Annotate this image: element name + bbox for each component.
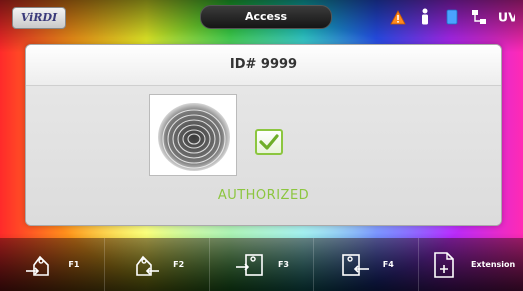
exit-door-icon — [136, 255, 160, 276]
top-status-bar: ViRDI Access UV — [0, 0, 523, 34]
extension-button[interactable]: Extension — [419, 238, 523, 291]
card-icon[interactable] — [443, 8, 461, 26]
exit-arrow-icon — [341, 253, 369, 276]
network-icon[interactable] — [470, 8, 488, 26]
f4-button[interactable]: F4 — [314, 238, 420, 291]
f3-label: F3 — [277, 260, 289, 269]
function-key-bar: F1 F2 F3 F4 Extension — [0, 238, 523, 291]
enter-arrow-icon — [235, 253, 263, 276]
enter-door-icon — [26, 255, 50, 276]
f2-button[interactable]: F2 — [105, 238, 210, 291]
id-label: ID# 9999 — [26, 45, 501, 86]
user-icon[interactable] — [416, 8, 434, 26]
f1-button[interactable]: F1 — [0, 238, 105, 291]
fingerprint-image — [149, 94, 237, 176]
extension-document-icon — [434, 251, 454, 278]
virdi-logo: ViRDI — [12, 7, 66, 29]
extension-label: Extension — [470, 260, 516, 269]
uv-icon[interactable]: UV — [497, 8, 515, 26]
f2-label: F2 — [173, 260, 185, 269]
svg-text:UV: UV — [498, 10, 515, 25]
panel-body: AUTHORIZED — [26, 86, 501, 225]
f4-label: F4 — [382, 260, 394, 269]
authorized-check-icon — [255, 129, 283, 155]
f3-button[interactable]: F3 — [210, 238, 315, 291]
f1-label: F1 — [68, 260, 80, 269]
access-result-panel: ID# 9999 AUTHORIZED — [25, 44, 502, 226]
screen-title: Access — [200, 5, 332, 29]
authorization-status: AUTHORIZED — [217, 188, 310, 203]
warning-icon[interactable] — [389, 8, 407, 26]
status-icons: UV — [389, 6, 515, 28]
